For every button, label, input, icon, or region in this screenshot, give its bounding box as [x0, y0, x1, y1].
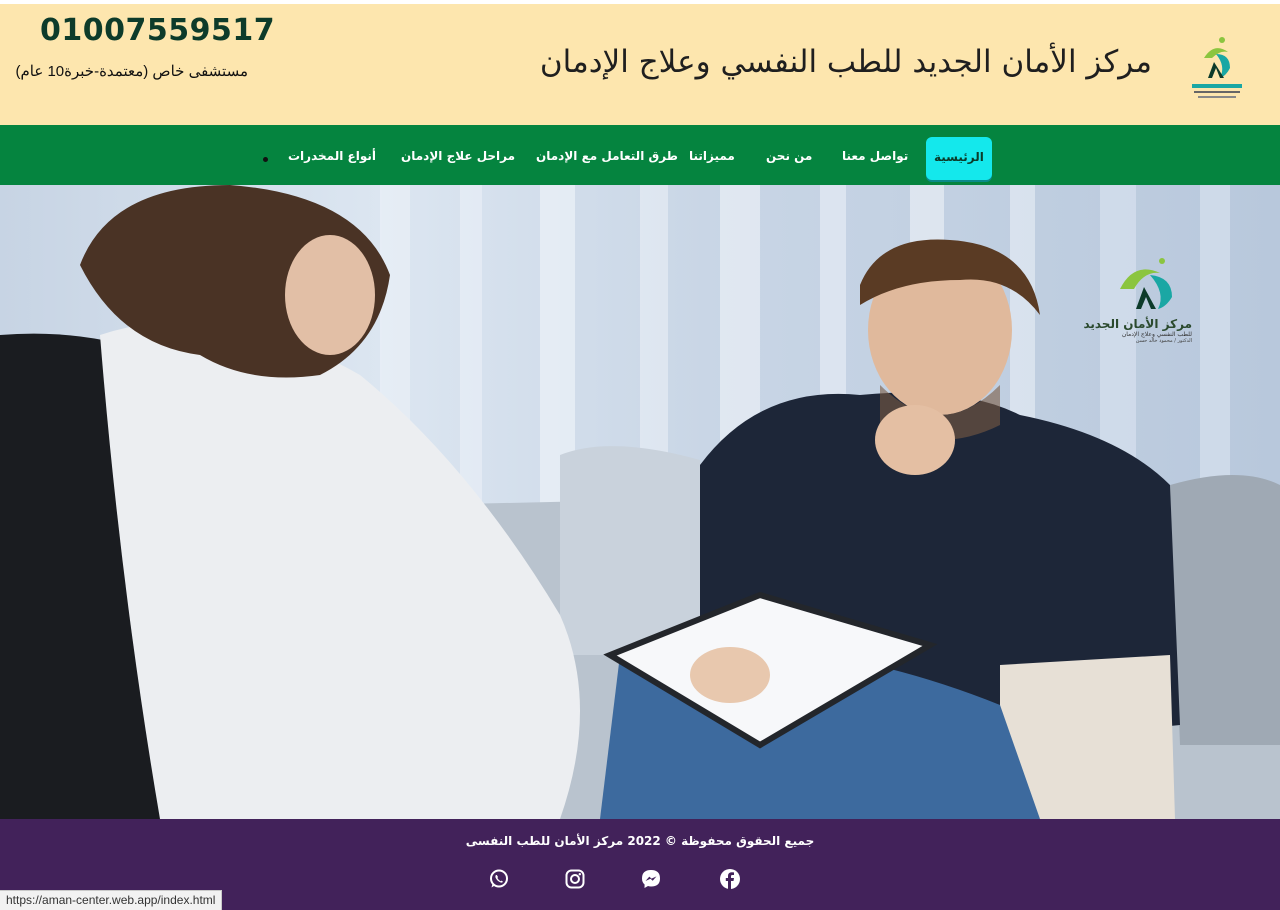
tagline: مستشفى خاص (معتمدة-خبرة10 عام): [15, 63, 248, 80]
facebook-icon[interactable]: [720, 869, 740, 889]
nav-item-home[interactable]: الرئيسية: [926, 137, 992, 180]
logo-icon: [1192, 37, 1242, 98]
main-nav: الرئيسية تواصل معنا من نحن مميزاتنا طرق …: [0, 125, 1280, 185]
status-bar-url: https://aman-center.web.app/index.html: [0, 890, 223, 910]
watermark-title: مركز الأمان الجديد: [1083, 317, 1192, 331]
phone-number[interactable]: 01007559517: [40, 13, 275, 48]
site-header: مركز الأمان الجديد للطب النفسي وعلاج الإ…: [0, 4, 1280, 125]
messenger-icon[interactable]: [641, 869, 661, 889]
watermark-line1: للطب النفسي وعلاج الإدمان: [1121, 331, 1192, 338]
nav-item-drug-types[interactable]: أنواع المخدرات: [288, 149, 376, 163]
nav-bullet: [263, 157, 268, 162]
hero-watermark-logo: مركز الأمان الجديد للطب النفسي وعلاج الإ…: [1083, 255, 1192, 344]
nav-item-about[interactable]: من نحن: [766, 149, 812, 163]
hero-image: مركز الأمان الجديد للطب النفسي وعلاج الإ…: [0, 185, 1280, 819]
nav-item-treatment-stages[interactable]: مراحل علاج الإدمان: [401, 149, 515, 163]
watermark-emblem-icon: [1120, 258, 1172, 309]
copyright-text: جميع الحقوق محفوظة © 2022 مركز الأمان لل…: [465, 834, 815, 848]
nav-item-features[interactable]: مميزاتنا: [689, 149, 735, 163]
nav-item-contact[interactable]: تواصل معنا: [842, 149, 908, 163]
instagram-icon[interactable]: [565, 869, 585, 889]
watermark-line2: الدكتور / محمود خالد حسن: [1135, 338, 1192, 344]
therapy-session-photo: [0, 185, 1280, 819]
whatsapp-icon[interactable]: [489, 869, 509, 889]
site-logo[interactable]: [1186, 32, 1244, 106]
nav-item-addiction-handling[interactable]: طرق التعامل مع الإدمان: [536, 149, 678, 163]
site-title: مركز الأمان الجديد للطب النفسي وعلاج الإ…: [539, 44, 1152, 80]
